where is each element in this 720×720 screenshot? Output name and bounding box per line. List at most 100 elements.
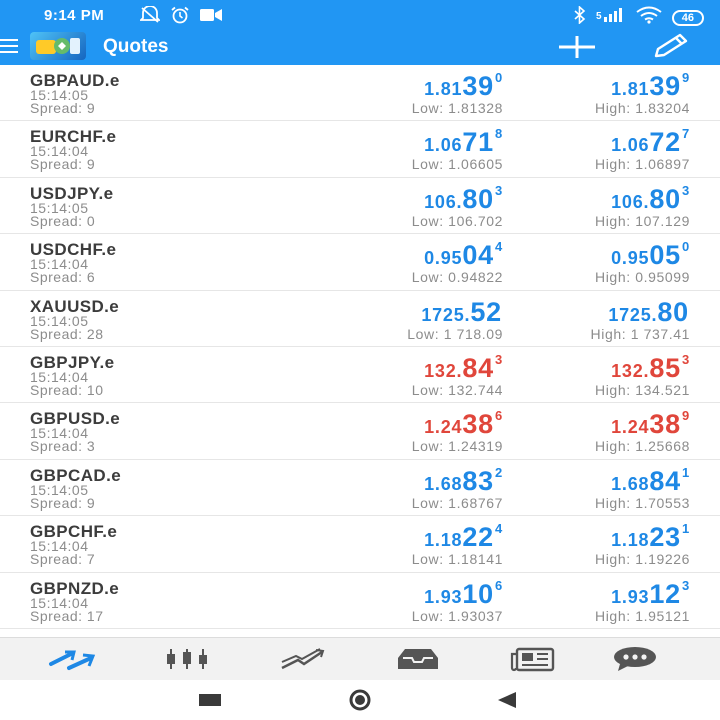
ask-price-pips: 80 [657,296,689,327]
bid-price-fraction: 2 [494,464,503,480]
high-value: High: 107.129 [595,212,690,229]
high-value: High: 1 737.41 [590,325,690,342]
low-value: Low: 1 718.09 [407,325,503,342]
bid-price[interactable]: 1.24386 [424,408,503,440]
bid-price-prefix: 1.18 [424,530,463,551]
bid-price[interactable]: 1.81390 [424,70,503,102]
low-value: Low: 132.744 [411,381,503,398]
edit-button[interactable] [650,32,692,62]
bid-price[interactable]: 106.803 [424,183,503,215]
spread-value: Spread: 28 [30,325,104,342]
ask-price-pips: 80 [649,183,681,214]
low-value: Low: 1.18141 [411,551,503,568]
bid-price-pips: 84 [462,352,494,383]
bid-price[interactable]: 1.68832 [424,465,503,497]
app-logo [30,32,86,60]
quote-row[interactable]: XAUUSD.e 15:14:05 Spread: 28 1725.52 1725.80… [0,291,720,347]
bid-price-pips: 04 [462,240,494,271]
tab-news[interactable] [508,644,558,674]
high-value: High: 1.83204 [595,100,690,116]
spread-value: Spread: 0 [30,212,96,229]
bid-price-prefix: 1.93 [424,586,463,607]
ask-price-fraction: 1 [681,521,690,537]
bid-price[interactable]: 0.95044 [424,239,503,271]
back-button[interactable] [488,688,528,712]
high-value: High: 0.95099 [595,269,690,286]
signal-icon: 5 [596,7,626,28]
bid-price-pips: 83 [462,465,494,496]
ask-price[interactable]: 1725.80 [608,296,690,328]
ask-price-fraction: 0 [681,239,690,255]
quotes-list[interactable]: GBPAUD.e 15:14:05 Spread: 9 1.81390 1.81399 L… [0,65,720,637]
quote-row[interactable]: GBPAUD.e 15:14:05 Spread: 9 1.81390 1.81399 L… [0,65,720,122]
low-value: Low: 1.93037 [411,607,503,624]
quote-row[interactable]: USDCHF.e 15:14:04 Spread: 6 0.95044 0.95050 L… [0,234,720,291]
mute-icon [138,5,162,29]
high-value: High: 1.70553 [595,494,690,511]
tab-history[interactable] [393,644,443,674]
bid-price-prefix: 106. [424,191,463,212]
app-bar: Quotes [0,30,720,65]
messages-icon [614,647,656,671]
recent-apps-button[interactable] [190,688,230,712]
bid-price-prefix: 1.68 [424,473,463,494]
bid-price[interactable]: 1.06718 [424,126,503,158]
quote-row[interactable]: GBPCHF.e 15:14:04 Spread: 7 1.18224 1.18231 L… [0,516,720,573]
ask-price[interactable]: 1.24389 [611,408,690,440]
quote-row[interactable]: GBPJPY.e 15:14:04 Spread: 10 132.843 132.853… [0,347,720,404]
ask-price-fraction: 7 [681,126,690,142]
spread-value: Spread: 9 [30,156,96,173]
ask-price-pips: 72 [649,127,681,158]
ask-price-pips: 23 [649,522,681,553]
bid-price[interactable]: 1.93106 [424,578,503,610]
quote-row[interactable]: GBPNZD.e 15:14:04 Spread: 17 1.93106 1.93123… [0,573,720,629]
ask-price-fraction: 1 [681,464,690,480]
bid-price-fraction: 4 [494,239,503,255]
high-value: High: 1.19226 [595,551,690,568]
ask-price[interactable]: 132.853 [611,352,690,384]
square-icon [199,694,221,706]
tab-trade[interactable] [278,644,328,674]
status-time: 9:14 PM [44,7,105,24]
tab-chart[interactable] [162,644,212,674]
ask-price[interactable]: 0.95050 [611,239,690,271]
bid-price[interactable]: 132.843 [424,352,503,384]
quote-row-partial[interactable] [0,629,720,637]
low-value: Low: 1.81328 [411,100,503,116]
menu-icon[interactable] [0,39,18,55]
bid-price-fraction: 0 [494,70,503,85]
home-button[interactable] [340,688,380,712]
ask-price-fraction: 3 [681,351,690,367]
quote-row[interactable]: GBPCAD.e 15:14:05 Spread: 9 1.68832 1.68841 L… [0,460,720,517]
bid-price-pips: 39 [462,71,494,101]
add-symbol-button[interactable] [557,32,597,62]
trade-icon [281,648,325,670]
spread-value: Spread: 9 [30,494,96,511]
bid-price-pips: 22 [462,522,494,553]
bid-price[interactable]: 1.18224 [424,521,503,553]
ask-price-prefix: 132. [611,360,650,381]
bid-price-pips: 71 [462,127,494,158]
tab-messages[interactable] [610,644,660,674]
quote-row[interactable]: USDJPY.e 15:14:05 Spread: 0 106.803 106.803 L… [0,178,720,235]
ask-price-pips: 84 [649,465,681,496]
ask-price-prefix: 1725. [608,304,658,325]
bid-price[interactable]: 1725.52 [421,296,503,328]
ask-price[interactable]: 1.18231 [611,521,690,553]
bid-price-fraction: 6 [494,408,503,424]
ask-price[interactable]: 106.803 [611,183,690,215]
quotes-icon [49,650,96,670]
tab-quotes[interactable] [47,644,97,674]
ask-price-prefix: 1.81 [611,79,650,99]
ask-price-fraction: 9 [681,70,690,85]
ask-price[interactable]: 1.68841 [611,465,690,497]
quote-row[interactable]: GBPUSD.e 15:14:04 Spread: 3 1.24386 1.24389 L… [0,403,720,460]
page-title: Quotes [103,36,169,57]
ask-price[interactable]: 1.06727 [611,126,690,158]
ask-price-fraction: 9 [681,408,690,424]
quote-row[interactable]: EURCHF.e 15:14:04 Spread: 9 1.06718 1.06727 L… [0,121,720,178]
ask-price[interactable]: 1.93123 [611,578,690,610]
ask-price-prefix: 1.93 [611,586,650,607]
ask-price[interactable]: 1.81399 [611,70,690,102]
wifi-icon [636,6,662,29]
